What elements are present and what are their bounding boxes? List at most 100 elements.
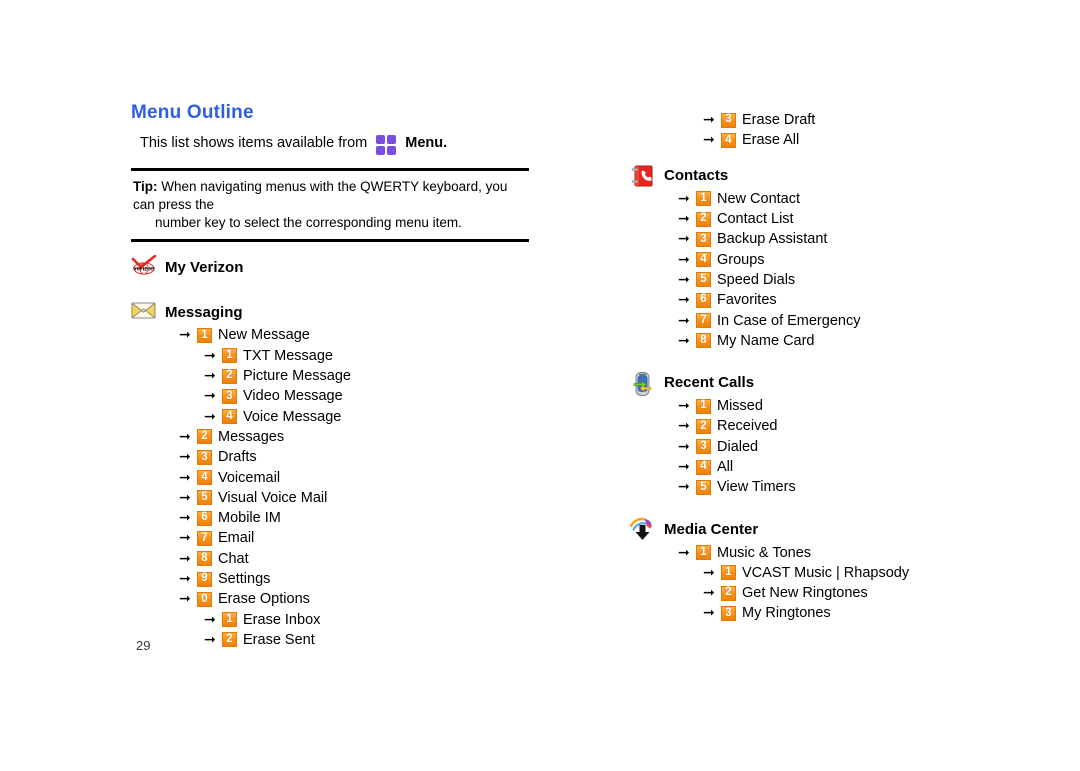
menu-item-label: Voice Message [243,408,342,425]
section-label: Media Center [664,520,759,538]
menu-item-row: ➞ 1 New Contact [678,189,1060,209]
arrow-right-icon: ➞ [179,488,191,505]
menu-item-label: Speed Dials [717,271,796,288]
menu-item-label: Groups [717,251,765,268]
menu-item-row: ➞ 1 Missed [678,396,1060,416]
menu-item-row: ➞ 3 My Ringtones [703,603,1060,623]
menu-item-row: ➞ 4 All [678,457,1060,477]
section-my-verizon: verizon My Verizon [131,254,536,280]
menu-item-row: ➞ 8 My Name Card [678,331,1060,351]
menu-item-number-badge: 4 [222,409,237,425]
menu-item-number-badge: 5 [696,479,711,495]
arrow-right-icon: ➞ [678,291,690,308]
svg-text:verizon: verizon [133,266,155,273]
arrow-right-icon: ➞ [678,270,690,287]
arrow-right-icon: ➞ [703,131,715,148]
section-header-recent-calls: Recent Calls [630,370,1060,396]
menu-item-number-badge: 6 [197,510,212,526]
menu-item-label: Received [717,418,778,435]
intro-text: This list shows items available from [140,135,368,152]
menu-item-number-badge: 1 [222,612,237,628]
menu-item-label: Backup Assistant [717,231,828,248]
menu-item-label: In Case of Emergency [717,312,861,329]
menu-list-messaging: ➞ 1 New Message ➞ 1 TXT Message ➞ 2 Picture Mess… [131,325,536,650]
menu-item-number-badge: 3 [197,449,212,465]
section-header-messaging: Messaging [131,299,536,325]
menu-item-row: ➞ 4 Voice Message [204,407,536,427]
menu-item-row: ➞ 0 Erase Options [179,589,536,609]
menu-item-label: New Contact [717,190,801,207]
arrow-right-icon: ➞ [678,250,690,267]
menu-item-label: Erase Inbox [243,611,321,628]
menu-item-row: ➞ 4 Groups [678,249,1060,269]
menu-list-recent-calls: ➞ 1 Missed ➞ 2 Received ➞ 3 Dialed ➞ 4 All ➞ 5 View Ti… [630,396,1060,497]
arrow-right-icon: ➞ [678,543,690,560]
section-header-my-verizon: verizon My Verizon [131,254,536,280]
menu-word: Menu [405,135,444,152]
menu-item-label: Contact List [717,211,794,228]
tip-body: Tip: When navigating menus with the QWER… [131,171,529,239]
menu-item-number-badge: 2 [721,585,736,601]
arrow-right-icon: ➞ [179,549,191,566]
menu-item-label: Chat [218,550,249,567]
menu-item-label: Drafts [218,449,257,466]
menu-item-row: ➞ 4 Erase All [703,130,1060,150]
section-label: Contacts [664,167,729,185]
contacts-book-icon [630,164,656,188]
arrow-right-icon: ➞ [678,189,690,206]
menu-item-row: ➞ 5 Speed Dials [678,270,1060,290]
section-recent-calls: Recent Calls ➞ 1 Missed ➞ 2 Received ➞ 3 Dialed ➞… [630,370,1060,497]
menu-item-row: ➞ 6 Favorites [678,290,1060,310]
tip-label: Tip: [133,178,158,194]
menu-item-number-badge: 2 [696,418,711,434]
menu-item-label: Music & Tones [717,544,812,561]
menu-item-number-badge: 4 [696,252,711,268]
arrow-right-icon: ➞ [703,563,715,580]
arrow-right-icon: ➞ [179,509,191,526]
menu-list-contacts: ➞ 1 New Contact ➞ 2 Contact List ➞ 3 Backup Assi… [630,189,1060,351]
menu-item-number-badge: 1 [696,191,711,207]
left-column: Menu Outline This list shows items avail… [131,102,536,650]
section-label: Recent Calls [664,374,755,392]
section-contacts: Contacts ➞ 1 New Contact ➞ 2 Contact List ➞ 3 Ba… [630,163,1060,351]
menu-item-number-badge: 5 [696,272,711,288]
section-header-contacts: Contacts [630,163,1060,189]
menu-item-number-badge: 8 [696,333,711,349]
menu-item-row: ➞ 2 Picture Message [204,366,536,386]
menu-item-label: New Message [218,327,310,344]
arrow-right-icon: ➞ [703,604,715,621]
arrow-right-icon: ➞ [179,529,191,546]
menu-item-label: All [717,459,734,475]
menu-item-row: ➞ 6 Mobile IM [179,508,536,528]
recent-calls-phone-icon [630,371,656,396]
menu-item-row: ➞ 1 Music & Tones [678,542,1060,562]
menu-item-number-badge: 7 [197,530,212,546]
menu-item-number-badge: 3 [222,388,237,404]
menu-item-number-badge: 5 [197,490,212,506]
menu-item-row: ➞ 2 Messages [179,427,536,447]
arrow-right-icon: ➞ [179,590,191,607]
menu-item-number-badge: 4 [197,470,212,486]
menu-item-number-badge: 7 [696,313,711,329]
arrow-right-icon: ➞ [204,387,216,404]
section-media-center: Media Center ➞ 1 Music & Tones ➞ 1 VCAST Musi… [630,516,1060,623]
menu-item-label: Dialed [717,438,759,455]
menu-item-row: ➞ 7 In Case of Emergency [678,310,1060,330]
menu-item-row: ➞ 2 Get New Ringtones [703,583,1060,603]
menu-item-number-badge: 6 [696,292,711,308]
menu-item-row: ➞ 1 VCAST Music | Rhapsody [703,563,1060,583]
intro-line: This list shows items available from Men… [140,134,536,155]
menu-item-label: TXT Message [243,347,333,364]
menu-item-label: Visual Voice Mail [218,489,328,506]
tip-line-2: number key to select the corresponding m… [155,214,462,230]
menu-item-label: View Timers [717,479,796,496]
menu-item-row: ➞ 3 Erase Draft [703,110,1060,130]
menu-item-label: Voicemail [218,469,281,486]
menu-item-number-badge: 1 [696,398,711,414]
menu-item-row: ➞ 3 Dialed [678,437,1060,457]
tip-line-1: When navigating menus with the QWERTY ke… [133,178,508,212]
